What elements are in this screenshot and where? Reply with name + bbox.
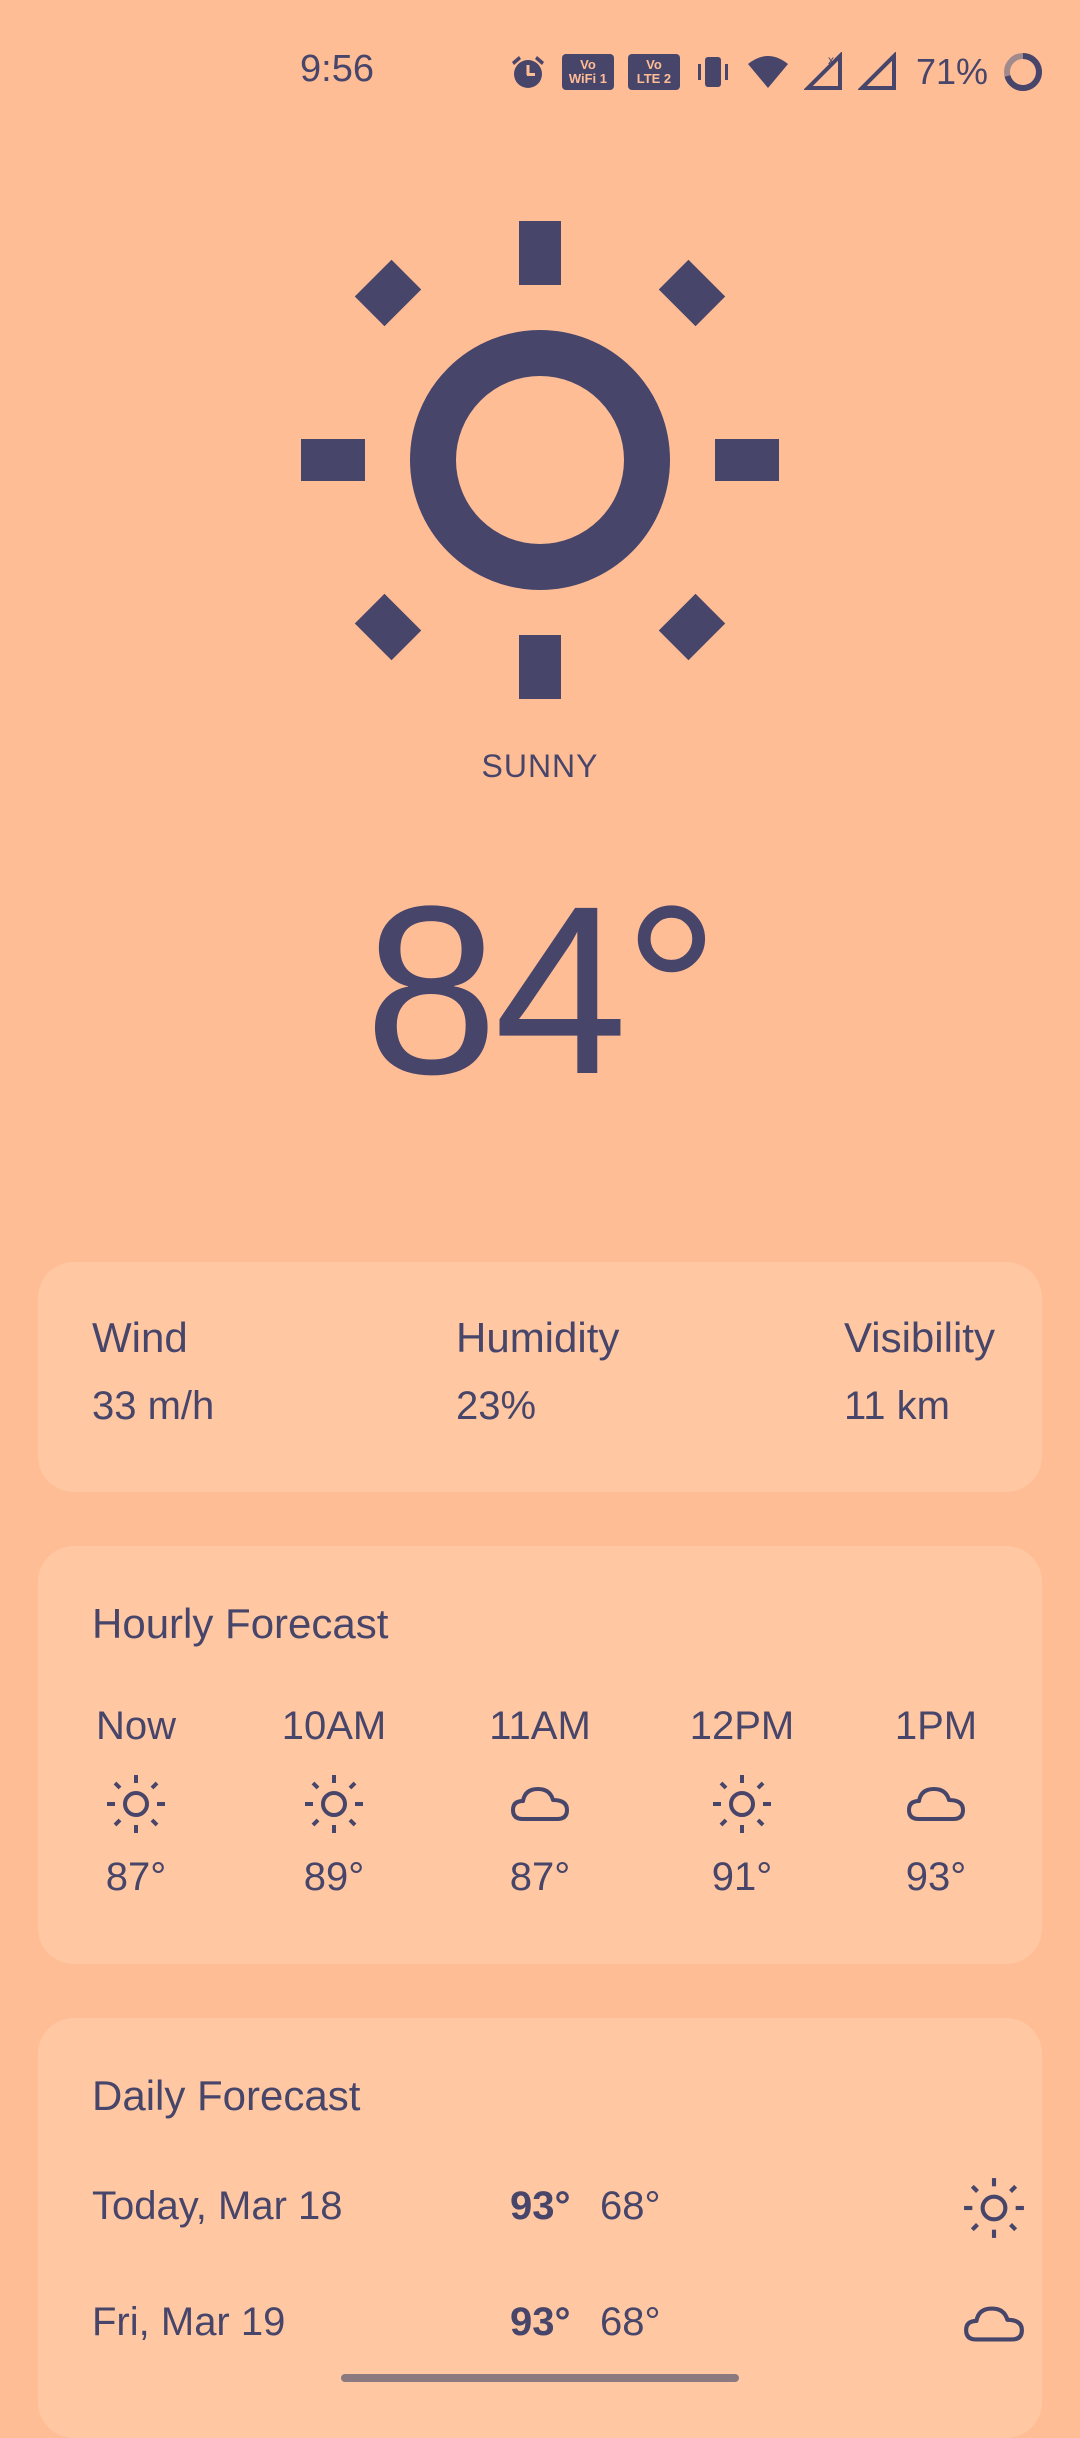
sun-icon [713, 1775, 771, 1833]
hourly-forecast-card: Hourly Forecast Now 87° 10AM 89° 11AM 87… [38, 1546, 1042, 1964]
svg-text:x: x [828, 53, 834, 67]
volte-bottom: LTE 2 [636, 71, 672, 86]
cloud-icon [964, 2306, 1024, 2342]
sun-icon [301, 221, 779, 699]
signal-icon: x [803, 52, 842, 90]
battery-percent: 71% [915, 51, 988, 92]
hourly-item: 12PM 91° [672, 1704, 812, 1900]
sun-icon [964, 2178, 1024, 2238]
wifi-icon [747, 56, 788, 88]
daily-row[interactable]: Fri, Mar 19 93° 68° [92, 2300, 1024, 2370]
hourly-item: 1PM 93° [866, 1704, 1006, 1900]
wind-value: 33 m/h [92, 1384, 215, 1428]
day-high: 93° [510, 2300, 571, 2344]
weather-condition: SUNNY [481, 748, 599, 784]
wind-stat: Wind 33 m/h [92, 1314, 214, 1429]
hour-temp: 91° [711, 1855, 773, 1899]
hour-temp: 93° [905, 1855, 967, 1899]
day-low: 68° [600, 2184, 661, 2228]
hour-temp: 87° [509, 1855, 571, 1899]
visibility-value: 11 km [844, 1384, 950, 1428]
hourly-item: 10AM 89° [264, 1704, 404, 1900]
hourly-item: Now 87° [66, 1704, 206, 1900]
status-icons: Vo WiFi 1 Vo LTE 2 x 71% [508, 44, 1044, 100]
volte-top: Vo [646, 57, 662, 72]
visibility-label: Visibility [844, 1314, 995, 1361]
day-low: 68° [600, 2300, 661, 2344]
daily-row[interactable]: Today, Mar 18 93° 68° [92, 2178, 1024, 2254]
home-indicator[interactable] [341, 2374, 739, 2382]
hour-time: Now [95, 1704, 177, 1748]
hourly-forecast-title: Hourly Forecast [92, 1600, 389, 1647]
vowifi-top: Vo [580, 57, 596, 72]
sun-icon [107, 1775, 165, 1833]
sun-icon [305, 1775, 363, 1833]
status-time: 9:56 [300, 48, 374, 90]
cloud-icon [907, 1787, 965, 1821]
volte-icon: Vo LTE 2 [627, 54, 680, 90]
day-high: 93° [510, 2184, 571, 2228]
signal-icon [857, 52, 896, 90]
humidity-label: Humidity [456, 1314, 620, 1361]
humidity-stat: Humidity 23% [456, 1314, 619, 1429]
wind-label: Wind [92, 1314, 188, 1361]
cloud-icon [511, 1787, 569, 1821]
vowifi-bottom: WiFi 1 [568, 71, 608, 86]
vowifi-icon: Vo WiFi 1 [561, 54, 614, 90]
day-label: Fri, Mar 19 [92, 2300, 286, 2344]
hourly-item: 11AM 87° [470, 1704, 610, 1900]
alarm-icon [511, 56, 544, 88]
hour-temp: 89° [303, 1855, 365, 1899]
hour-temp: 87° [105, 1855, 167, 1899]
hour-time: 11AM [489, 1704, 591, 1748]
humidity-value: 23% [456, 1384, 537, 1428]
battery-icon [1004, 53, 1042, 91]
hour-time: 10AM [281, 1704, 387, 1748]
daily-forecast-title: Daily Forecast [92, 2072, 361, 2119]
day-label: Today, Mar 18 [92, 2184, 343, 2228]
conditions-card: Wind 33 m/h Humidity 23% Visibility 11 k… [38, 1262, 1042, 1492]
hour-time: 1PM [894, 1704, 978, 1748]
visibility-stat: Visibility 11 km [844, 1314, 995, 1429]
vibrate-icon [697, 57, 728, 87]
hour-time: 12PM [689, 1704, 795, 1748]
current-temperature: 84° [364, 856, 720, 1124]
status-bar: 9:56 Vo WiFi 1 Vo LTE 2 x 71% [0, 0, 1080, 140]
